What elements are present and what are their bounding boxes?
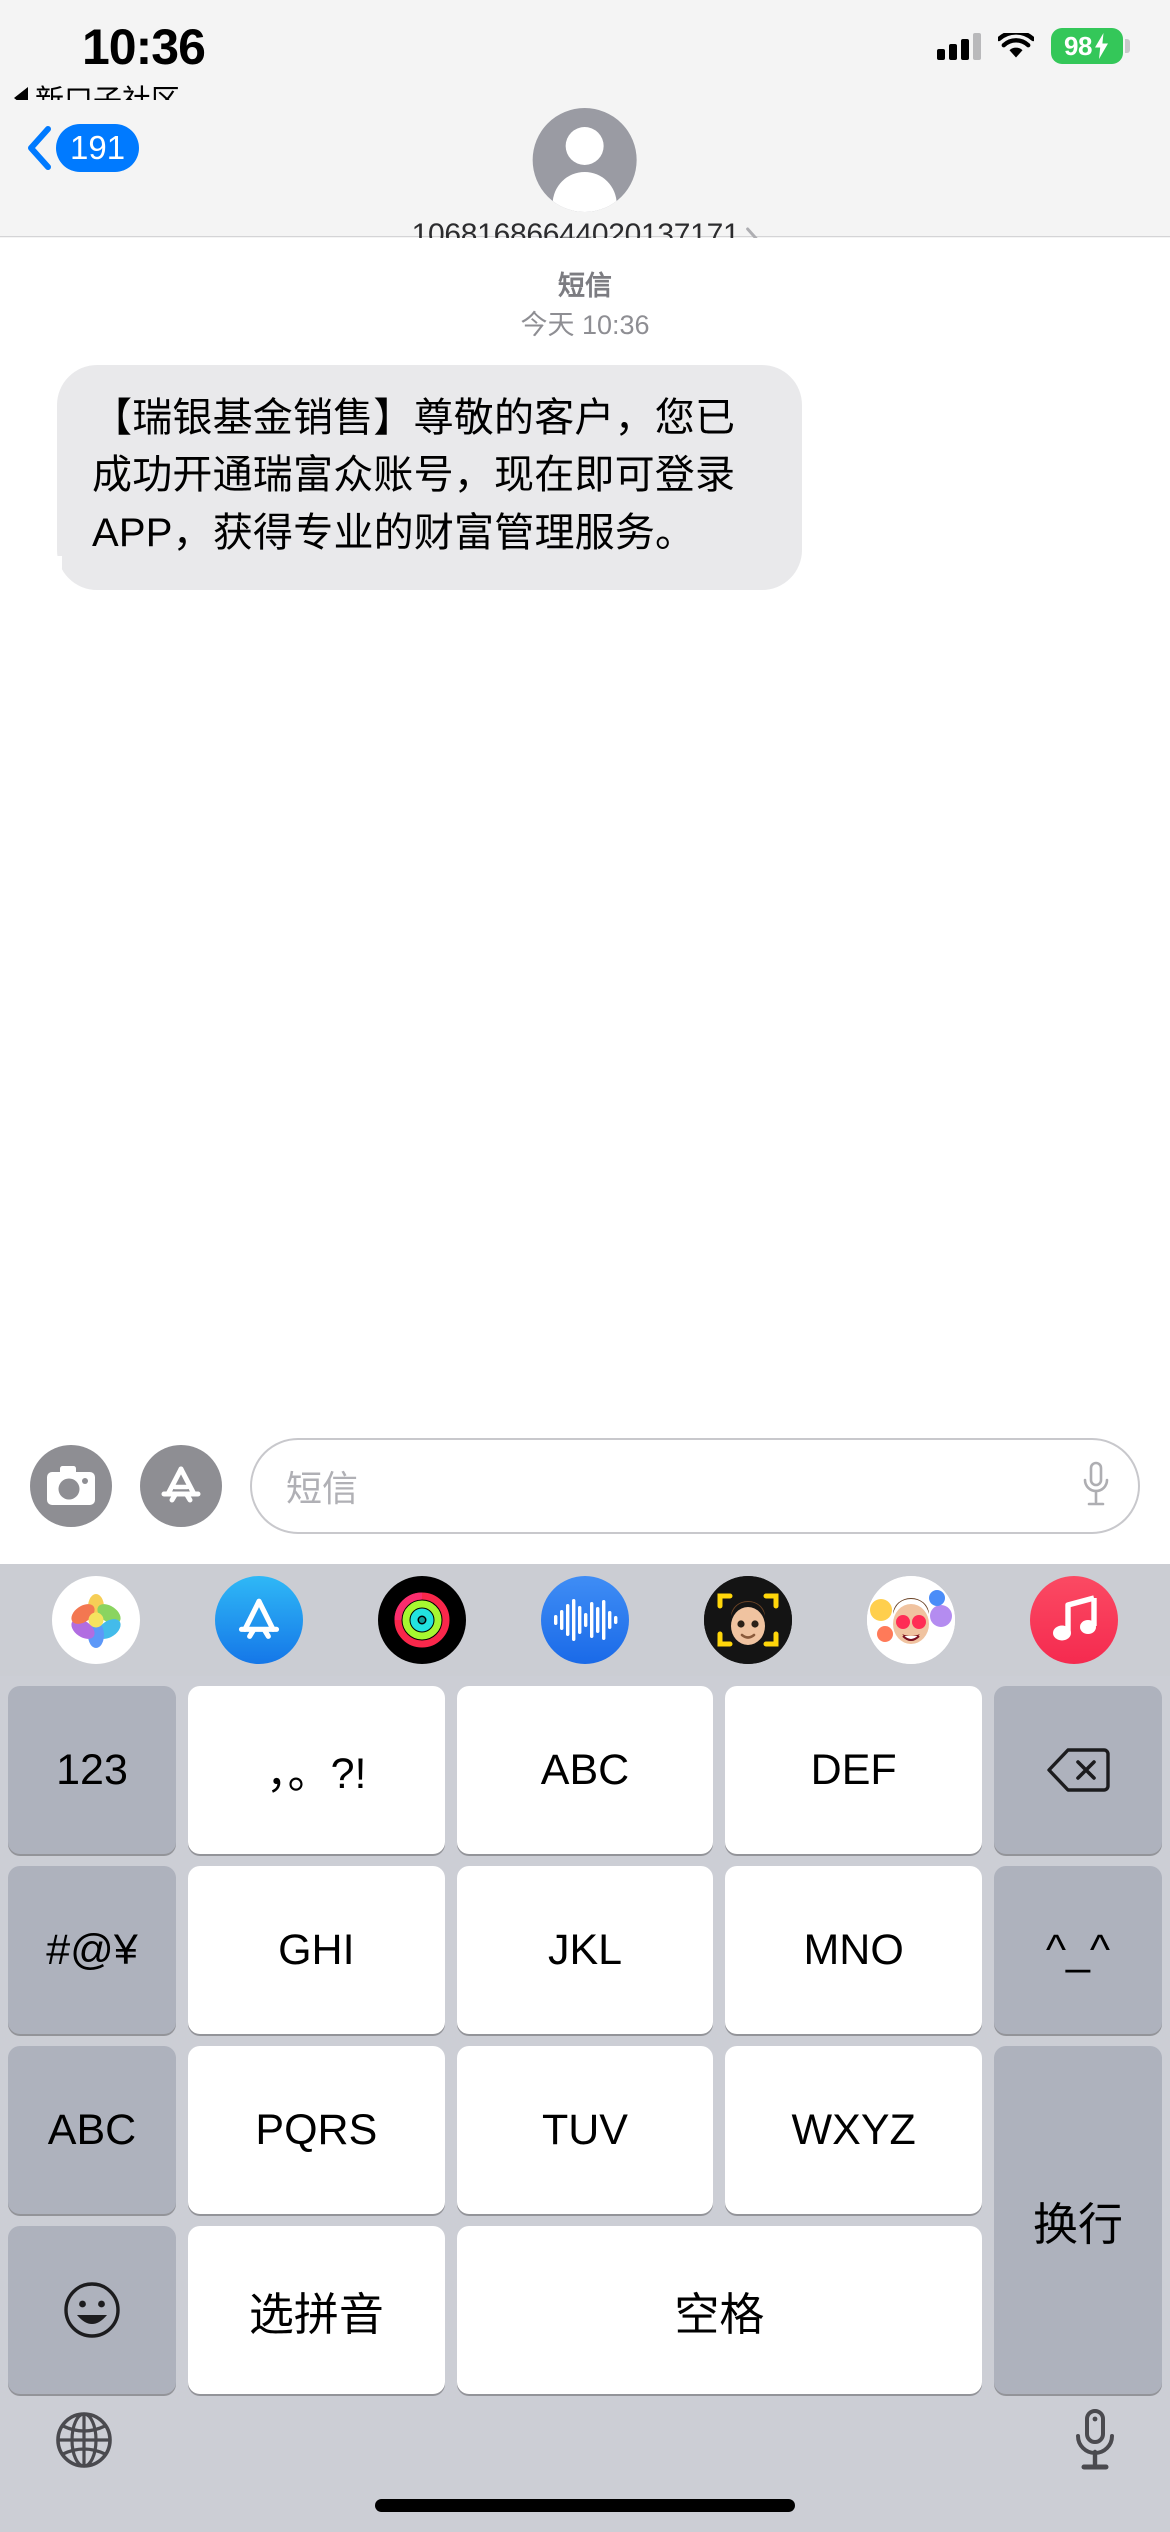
back-button[interactable]: 191	[26, 124, 140, 172]
dictation-key[interactable]	[1072, 2408, 1118, 2479]
wifi-icon	[996, 29, 1036, 60]
message-timestamp: 今天 10:36	[520, 310, 650, 341]
camera-button[interactable]	[30, 1445, 112, 1527]
dictation-button[interactable]	[1082, 1461, 1110, 1512]
app-store-button[interactable]	[140, 1445, 222, 1527]
key-tuv[interactable]: TUV	[456, 2046, 714, 2214]
battery-percent: 98	[1064, 30, 1092, 61]
app-store-icon	[161, 1466, 201, 1503]
smiley-face-icon	[64, 2282, 120, 2338]
key-punct[interactable]: ，。?!	[188, 1686, 445, 1854]
message-text-field[interactable]: 短信	[250, 1438, 1140, 1534]
avatar-body-shape	[552, 172, 617, 212]
microphone-icon	[1083, 1461, 1109, 1505]
navigation-bar: 191 10681686644020137171	[0, 100, 1170, 251]
chevron-left-icon	[26, 126, 52, 170]
keyboard-grid: 123 ，。?! ABC DEF #@¥ GHI JKL MNO ^_^ ABC…	[8, 1686, 1162, 2394]
key-pqrs[interactable]: PQRS	[188, 2046, 445, 2214]
memoji-app-icon[interactable]	[704, 1576, 793, 1664]
fitness-rings-app-icon[interactable]	[377, 1576, 466, 1664]
camera-icon	[47, 1466, 95, 1505]
key-mno[interactable]: MNO	[725, 1866, 982, 2034]
message-row: 【瑞银基金销售】尊敬的客户，您已成功开通瑞富众账号，现在即可登录APP，获得专业…	[0, 345, 1170, 590]
globe-button[interactable]	[52, 2408, 116, 2477]
imessage-app-drawer	[0, 1564, 1170, 1676]
key-wxyz[interactable]: WXYZ	[725, 2046, 982, 2214]
message-placeholder: 短信	[286, 1468, 359, 1509]
message-bubble-incoming[interactable]: 【瑞银基金销售】尊敬的客户，您已成功开通瑞富众账号，现在即可登录APP，获得专业…	[40, 365, 802, 590]
avatar[interactable]	[532, 108, 637, 212]
key-ghi[interactable]: GHI	[188, 1866, 445, 2034]
unread-count-badge[interactable]: 191	[56, 124, 140, 172]
key-pinyin[interactable]: 选拼音	[188, 2226, 445, 2394]
microphone-icon	[1076, 2409, 1114, 2470]
globe-icon	[56, 2412, 112, 2468]
lightning-bolt-icon	[1094, 33, 1108, 59]
key-emoji[interactable]	[8, 2226, 176, 2394]
keyboard-bottom-bar	[0, 2409, 1170, 2532]
message-input-bar: 短信	[0, 1408, 1170, 1564]
avatar-head-shape	[565, 127, 604, 165]
key-abc-mode[interactable]: ABC	[8, 2046, 176, 2214]
conversation-header[interactable]: 10681686644020137171	[412, 108, 759, 252]
memoji-stickers-app-icon[interactable]	[867, 1576, 956, 1664]
photos-app-icon[interactable]	[51, 1576, 140, 1664]
key-space[interactable]: 空格	[456, 2226, 982, 2394]
audio-message-app-icon[interactable]	[540, 1576, 629, 1664]
key-abc[interactable]: ABC	[456, 1686, 714, 1854]
message-meta: 短信 今天 10:36	[0, 267, 1170, 345]
battery-indicator: 98	[1051, 28, 1130, 64]
app-store-app-icon[interactable]	[214, 1576, 303, 1664]
key-symbols[interactable]: #@¥	[8, 1866, 176, 2034]
key-return[interactable]: 换行	[993, 2046, 1162, 2394]
chinese-9key-keyboard: 123 ，。?! ABC DEF #@¥ GHI JKL MNO ^_^ ABC…	[0, 1676, 1170, 2420]
key-kaomoji[interactable]: ^_^	[993, 1866, 1162, 2034]
status-bar-indicators: 98	[937, 28, 1130, 64]
message-service-label: 短信	[558, 271, 612, 301]
cellular-bars-icon	[937, 32, 981, 60]
apple-music-app-icon[interactable]	[1030, 1576, 1119, 1664]
home-indicator	[375, 2499, 795, 2512]
key-backspace[interactable]	[993, 1686, 1162, 1854]
status-bar-time: 10:36	[82, 19, 206, 75]
key-jkl[interactable]: JKL	[456, 1866, 714, 2034]
backspace-icon	[1047, 1748, 1110, 1792]
status-bar: 10:36 新口子社区 98	[0, 0, 1170, 117]
key-def[interactable]: DEF	[725, 1686, 982, 1854]
conversation-thread: 短信 今天 10:36 【瑞银基金销售】尊敬的客户，您已成功开通瑞富众账号，现在…	[0, 238, 1170, 1408]
key-123[interactable]: 123	[8, 1686, 176, 1854]
